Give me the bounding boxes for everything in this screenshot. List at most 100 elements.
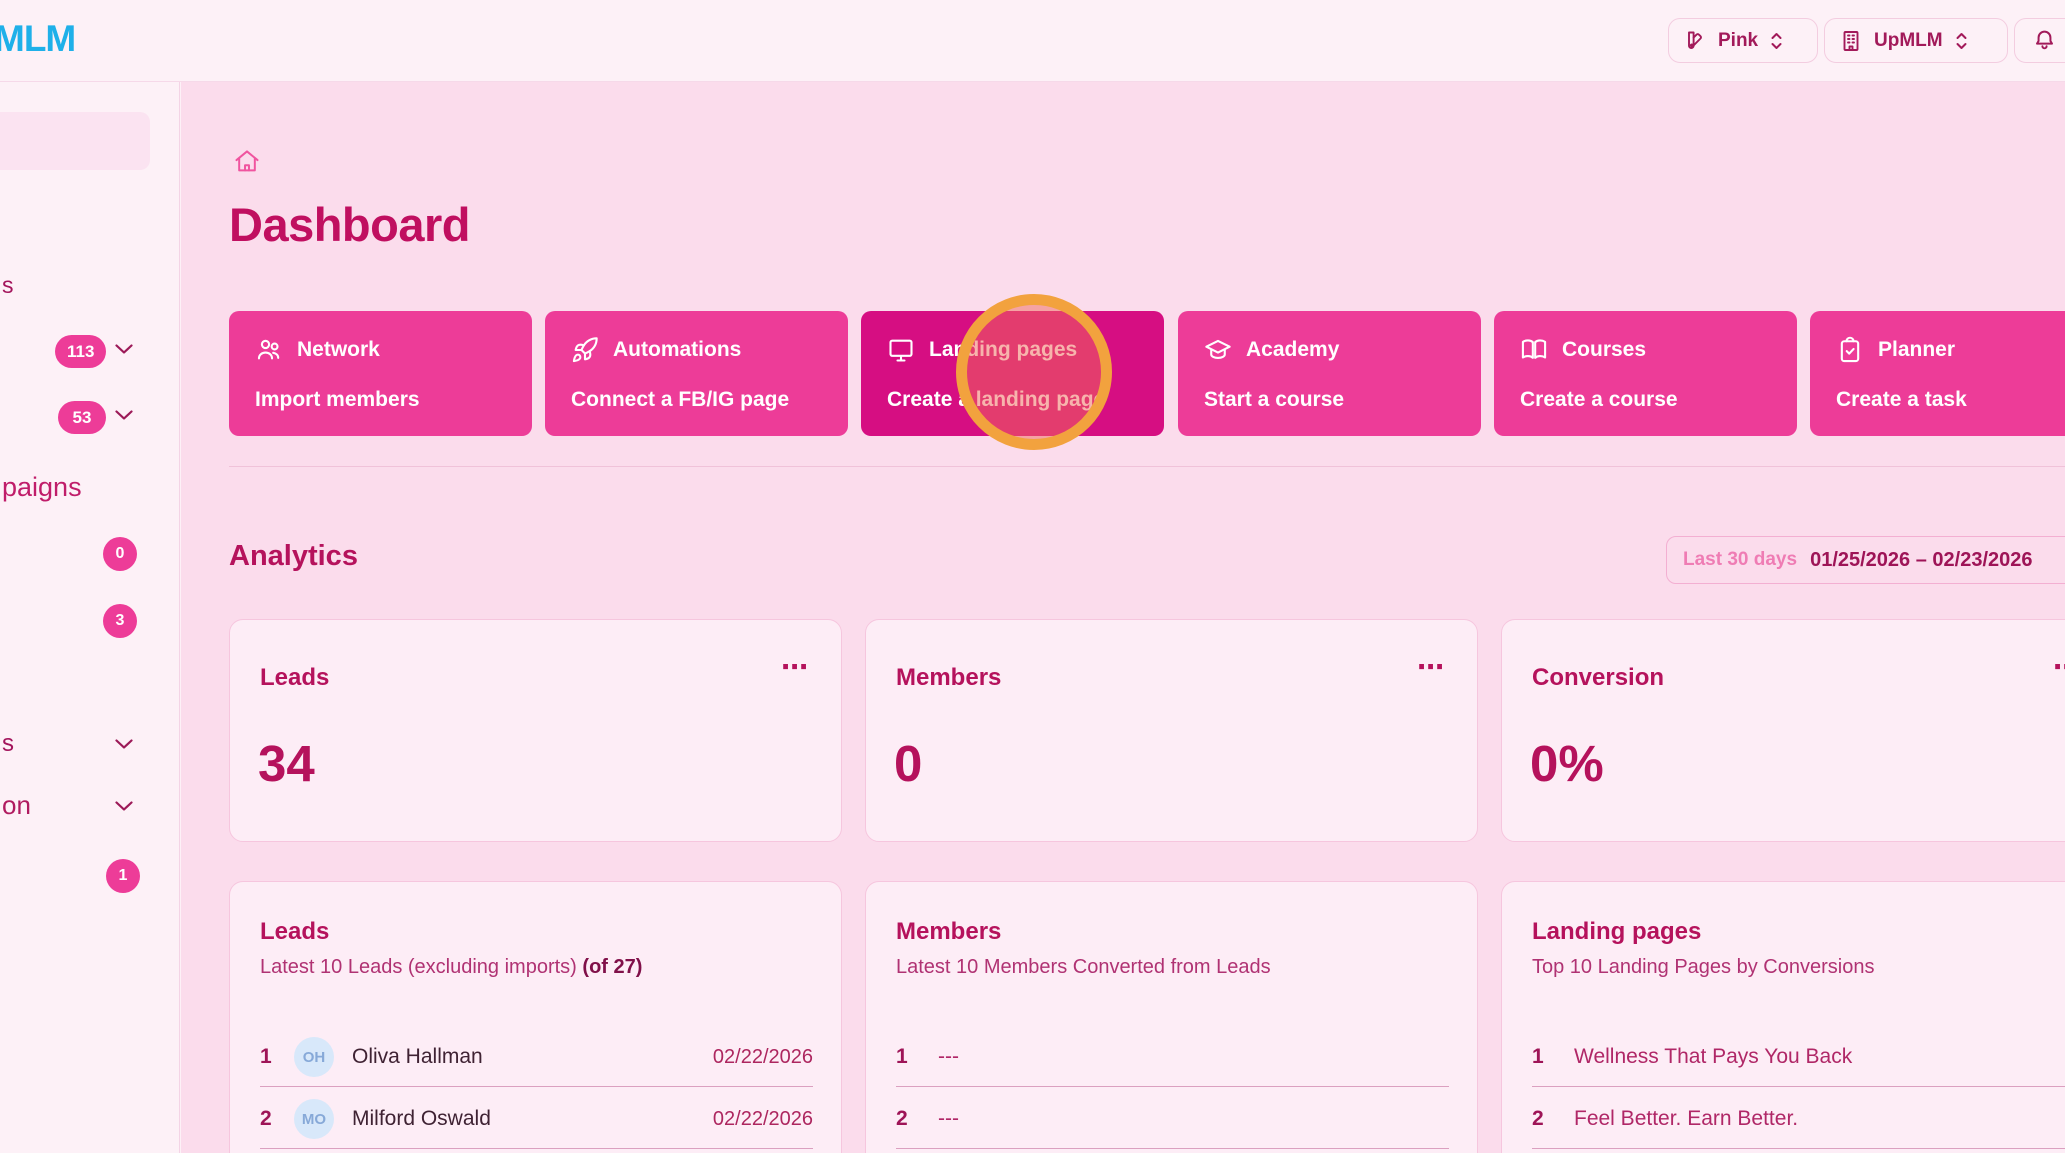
lead-row[interactable]: 1 OH Oliva Hallman 02/22/2026 — [260, 1028, 813, 1086]
monitor-icon — [887, 336, 915, 364]
row-divider — [896, 1148, 1449, 1149]
sidebar-count-badge: 0 — [103, 537, 137, 571]
sidebar-item-label-fragment[interactable]: s — [2, 730, 14, 758]
row-rank: 1 — [896, 1045, 930, 1069]
quick-action-planner[interactable]: Planner Create a task — [1810, 311, 2065, 436]
card-menu-icon[interactable]: ⋯ — [781, 654, 811, 681]
chevron-down-icon[interactable] — [114, 800, 134, 812]
quick-action-automations[interactable]: Automations Connect a FB/IG page — [545, 311, 848, 436]
notifications-button[interactable] — [2014, 18, 2065, 63]
open-book-icon — [1520, 336, 1548, 364]
row-divider — [260, 1148, 813, 1149]
row-divider — [896, 1086, 1449, 1087]
section-divider — [229, 466, 2065, 467]
list-card-subtitle-suffix: (of 27) — [582, 956, 642, 978]
lead-name: Oliva Hallman — [352, 1045, 713, 1069]
stat-card-leads: Leads ⋯ 34 — [229, 619, 842, 842]
landing-page-row[interactable]: 2 Feel Better. Earn Better. — [1532, 1090, 2065, 1148]
quick-action-landing-pages[interactable]: Landing pages Create a landing page — [861, 311, 1164, 436]
row-rank: 2 — [260, 1107, 294, 1131]
row-rank: 1 — [1532, 1045, 1566, 1069]
chevron-updown-icon — [1769, 30, 1784, 52]
row-rank: 2 — [1532, 1107, 1566, 1131]
app-root: MLM Pink — [0, 0, 2065, 1153]
stat-card-title: Conversion — [1532, 664, 1664, 692]
stat-card-title: Members — [896, 664, 1001, 692]
member-row[interactable]: 2 --- — [896, 1090, 1449, 1148]
chevron-updown-icon — [1954, 30, 1969, 52]
landing-page-name: Wellness That Pays You Back — [1574, 1045, 2065, 1069]
list-card-title: Leads — [260, 918, 329, 946]
stat-card-value: 34 — [258, 734, 315, 793]
quick-action-subtitle: Create a course — [1520, 388, 1771, 412]
chevron-down-icon[interactable] — [114, 409, 134, 421]
sidebar-section-label-fragment: paigns — [2, 472, 82, 503]
quick-action-title: Automations — [613, 338, 741, 362]
quick-action-subtitle: Import members — [255, 388, 506, 412]
stat-card-title: Leads — [260, 664, 329, 692]
lead-date: 02/22/2026 — [713, 1046, 813, 1069]
list-card-leads: Leads Latest 10 Leads (excluding imports… — [229, 881, 842, 1153]
member-row[interactable]: 1 --- — [896, 1028, 1449, 1086]
member-placeholder: --- — [938, 1045, 1449, 1069]
list-card-members: Members Latest 10 Members Converted from… — [865, 881, 1478, 1153]
quick-action-subtitle: Create a landing page — [887, 388, 1138, 412]
avatar: OH — [294, 1037, 334, 1077]
quick-action-network[interactable]: Network Import members — [229, 311, 532, 436]
landing-page-row[interactable]: 1 Wellness That Pays You Back — [1532, 1028, 2065, 1086]
chevron-down-icon[interactable] — [114, 738, 134, 750]
app-logo[interactable]: MLM — [0, 18, 75, 60]
row-rank: 2 — [896, 1107, 930, 1131]
sidebar-item-active[interactable] — [0, 112, 150, 170]
workspace-selector-button[interactable]: UpMLM — [1824, 18, 2008, 63]
sidebar-item-label-fragment[interactable]: s — [2, 272, 14, 299]
breadcrumb-home-icon[interactable] — [233, 147, 261, 175]
date-range-preset: Last 30 days — [1683, 549, 1797, 571]
quick-action-subtitle: Create a task — [1836, 388, 2065, 412]
list-card-landing-pages: Landing pages Top 10 Landing Pages by Co… — [1501, 881, 2065, 1153]
stat-card-value: 0 — [894, 734, 922, 793]
sidebar-count-badge: 1 — [106, 859, 140, 893]
stat-card-conversion: Conversion ⋯ 0% — [1501, 619, 2065, 842]
quick-action-title: Courses — [1562, 338, 1646, 362]
lead-date: 02/22/2026 — [713, 1108, 813, 1131]
clipboard-check-icon — [1836, 336, 1864, 364]
sidebar: s 113 53 paigns 0 3 s on 1 — [0, 82, 180, 1153]
card-menu-icon[interactable]: ⋯ — [2053, 654, 2065, 681]
theme-selector-label: Pink — [1718, 30, 1758, 52]
list-card-subtitle: Latest 10 Leads (excluding imports) (of … — [260, 956, 642, 979]
lead-row[interactable]: 2 MO Milford Oswald 02/22/2026 — [260, 1090, 813, 1148]
list-card-title: Members — [896, 918, 1001, 946]
lead-name: Milford Oswald — [352, 1107, 713, 1131]
quick-action-title: Landing pages — [929, 338, 1077, 362]
avatar: MO — [294, 1099, 334, 1139]
quick-action-subtitle: Start a course — [1204, 388, 1455, 412]
stat-card-members: Members ⋯ 0 — [865, 619, 1478, 842]
list-card-subtitle: Top 10 Landing Pages by Conversions — [1532, 956, 1874, 979]
quick-action-title: Academy — [1246, 338, 1339, 362]
quick-action-title: Network — [297, 338, 380, 362]
list-card-subtitle: Latest 10 Members Converted from Leads — [896, 956, 1271, 979]
sidebar-item-label-fragment[interactable]: on — [2, 790, 31, 821]
date-range-filter[interactable]: Last 30 days 01/25/2026 – 02/23/2026 — [1666, 536, 2065, 584]
stat-card-value: 0% — [1530, 734, 1604, 793]
theme-selector-button[interactable]: Pink — [1668, 18, 1818, 63]
sidebar-count-badge: 3 — [103, 604, 137, 638]
quick-action-title: Planner — [1878, 338, 1955, 362]
bell-icon — [2032, 28, 2057, 53]
quick-action-academy[interactable]: Academy Start a course — [1178, 311, 1481, 436]
people-icon — [255, 336, 283, 364]
member-placeholder: --- — [938, 1107, 1449, 1131]
building-icon — [1839, 29, 1863, 53]
row-rank: 1 — [260, 1045, 294, 1069]
chevron-down-icon[interactable] — [114, 343, 134, 355]
quick-action-subtitle: Connect a FB/IG page — [571, 388, 822, 412]
workspace-selector-label: UpMLM — [1874, 30, 1943, 52]
sidebar-count-badge: 53 — [58, 401, 106, 434]
landing-page-name: Feel Better. Earn Better. — [1574, 1107, 2065, 1131]
analytics-heading: Analytics — [229, 540, 358, 573]
card-menu-icon[interactable]: ⋯ — [1417, 654, 1447, 681]
date-range-value: 01/25/2026 – 02/23/2026 — [1810, 549, 2032, 572]
quick-action-courses[interactable]: Courses Create a course — [1494, 311, 1797, 436]
row-divider — [1532, 1086, 2065, 1087]
